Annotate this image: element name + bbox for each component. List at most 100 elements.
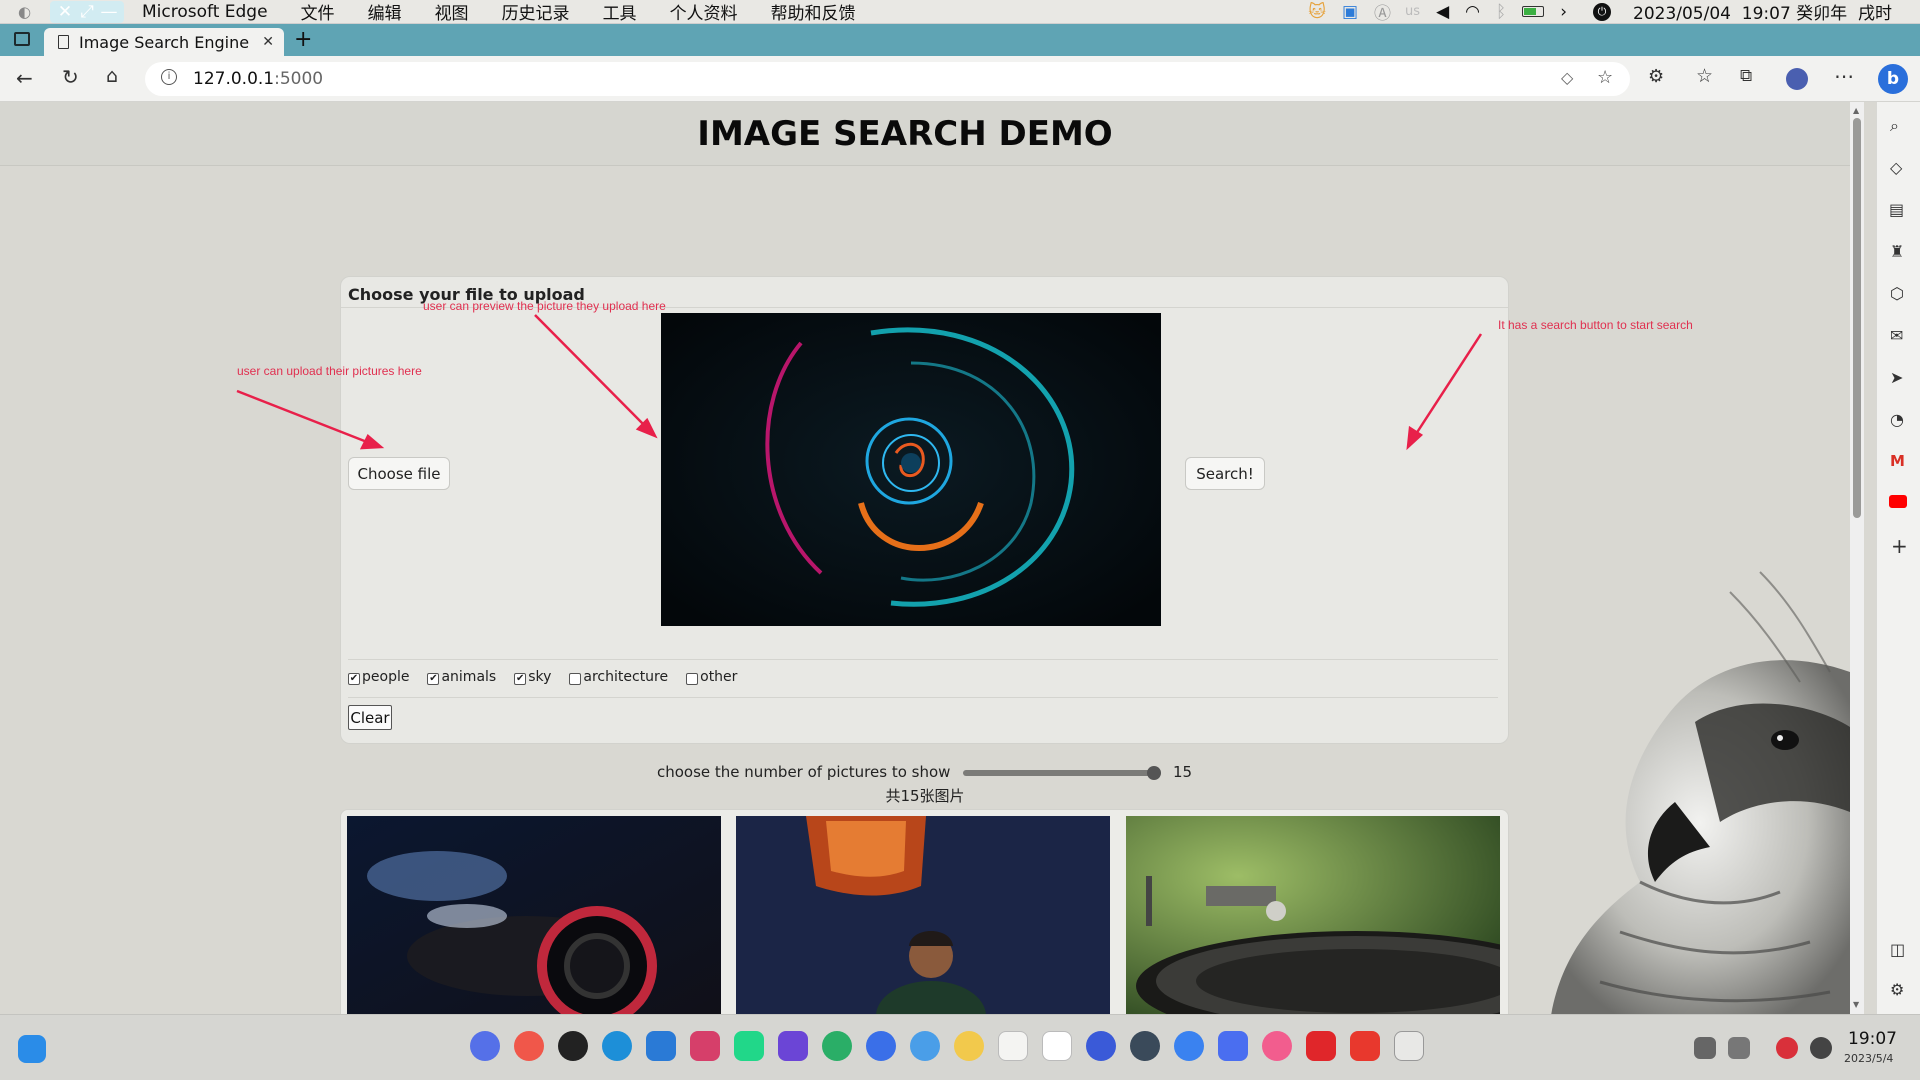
chevron-right-icon[interactable]: › — [1560, 2, 1567, 22]
photos-dock-icon[interactable] — [954, 1031, 984, 1061]
edge-dock-icon[interactable] — [602, 1031, 632, 1061]
result-image-1[interactable] — [347, 816, 721, 1014]
home-icon[interactable]: ⌂ — [106, 65, 118, 87]
youtube-icon[interactable] — [1889, 495, 1907, 508]
launcher-icon[interactable] — [18, 1035, 46, 1063]
office-icon[interactable]: ⬡ — [1890, 284, 1904, 303]
toggle-dock-icon[interactable] — [1086, 1031, 1116, 1061]
checkbox-people-box[interactable]: ✔ — [348, 673, 360, 685]
tag-icon[interactable]: ◇ — [1561, 68, 1573, 87]
file-manager-dock-icon[interactable] — [470, 1031, 500, 1061]
clear-button[interactable]: Clear — [348, 705, 392, 730]
scroll-up-icon[interactable]: ▲ — [1853, 106, 1859, 115]
more-menu-icon[interactable]: ⋯ — [1834, 64, 1854, 88]
address-bar[interactable]: i 127.0.0.1:5000 ◇ ☆ — [145, 62, 1630, 96]
video-dock-icon[interactable] — [1218, 1031, 1248, 1061]
font-viewer-dock-icon[interactable] — [1394, 1031, 1424, 1061]
shopping-tag-icon[interactable]: ◇ — [1890, 158, 1902, 177]
bilibili-dock-icon[interactable] — [1262, 1031, 1292, 1061]
scroll-down-icon[interactable]: ▼ — [1853, 1000, 1859, 1009]
bing-copilot-icon[interactable]: b — [1878, 64, 1908, 94]
apple-logo-icon[interactable]: ◐ — [18, 3, 38, 21]
tray-icon-2[interactable] — [1728, 1037, 1750, 1059]
browser-dock-icon[interactable] — [514, 1031, 544, 1061]
notification-bell-icon[interactable] — [1810, 1037, 1832, 1059]
menu-profile[interactable]: 个人资料 — [670, 0, 738, 24]
battery-icon[interactable] — [1522, 6, 1545, 17]
checkbox-architecture-box[interactable] — [569, 673, 582, 685]
minimize-window-icon[interactable]: — — [98, 2, 120, 22]
menu-view[interactable]: 视图 — [435, 0, 469, 24]
slider-thumb[interactable] — [1147, 766, 1161, 780]
profile-avatar[interactable] — [1786, 68, 1808, 90]
intellij-dock-icon[interactable] — [690, 1031, 720, 1061]
count-slider[interactable] — [963, 766, 1161, 780]
tab-actions-icon[interactable] — [14, 32, 30, 46]
page-scrollbar[interactable]: ▲ ▼ — [1850, 102, 1864, 1014]
checkbox-animals[interactable]: ✔ animals — [427, 669, 496, 685]
bluetooth-icon[interactable]: ᛒ — [1496, 2, 1506, 22]
menu-tools[interactable]: 工具 — [603, 0, 637, 24]
app-store-dock-icon[interactable] — [1174, 1031, 1204, 1061]
add-sidebar-app-icon[interactable]: + — [1891, 534, 1908, 558]
settings-gear-icon[interactable]: ⚙ — [1890, 980, 1904, 999]
tab-active[interactable]: Image Search Engine ✕ — [44, 28, 284, 56]
checkbox-other-box[interactable] — [686, 673, 699, 685]
wps-dock-icon[interactable] — [1350, 1031, 1380, 1061]
new-tab-button[interactable]: + — [294, 27, 312, 52]
add-favorite-icon[interactable]: ☆ — [1597, 67, 1613, 88]
result-image-2[interactable] — [736, 816, 1110, 1014]
taskbar-time[interactable]: 19:07 — [1848, 1029, 1897, 1049]
wechat-dock-icon[interactable] — [822, 1031, 852, 1061]
split-screen-icon[interactable]: ◫ — [1890, 940, 1905, 959]
scrollbar-thumb[interactable] — [1853, 118, 1861, 518]
display-icon[interactable]: ▣ — [1342, 2, 1358, 22]
typora-dock-icon[interactable] — [998, 1031, 1028, 1061]
back-icon[interactable]: ← — [16, 66, 33, 90]
menu-edit[interactable]: 编辑 — [368, 0, 402, 24]
extensions-icon[interactable]: ⚙ — [1648, 66, 1664, 87]
refresh-icon[interactable]: ↻ — [62, 65, 79, 89]
checkbox-sky[interactable]: ✔ sky — [514, 669, 551, 685]
checkbox-sky-box[interactable]: ✔ — [514, 673, 527, 685]
taskbar-date[interactable]: 2023/5/4 — [1844, 1052, 1893, 1065]
menu-history[interactable]: 历史记录 — [502, 0, 570, 24]
tab-close-icon[interactable]: ✕ — [262, 34, 274, 50]
messages-dock-icon[interactable] — [866, 1031, 896, 1061]
terminal-dock-icon[interactable] — [1130, 1031, 1160, 1061]
menu-help[interactable]: 帮助和反馈 — [771, 0, 856, 24]
checkbox-people[interactable]: ✔ people — [348, 669, 409, 685]
power-icon[interactable]: ⏻ — [1593, 2, 1611, 21]
vscode-dock-icon[interactable] — [646, 1031, 676, 1061]
tools-icon[interactable]: ▤ — [1889, 200, 1904, 219]
record-icon[interactable] — [1776, 1037, 1798, 1059]
music-dock-icon[interactable] — [910, 1031, 940, 1061]
result-image-3[interactable] — [1126, 816, 1500, 1014]
close-window-icon[interactable]: ✕ — [54, 2, 76, 22]
cat-icon[interactable]: 🐱 — [1308, 2, 1326, 22]
games-icon[interactable]: ♜ — [1890, 242, 1904, 261]
collections-icon[interactable]: ⧉ — [1740, 66, 1752, 86]
input-method-box-icon[interactable]: Ⓐ — [1374, 0, 1391, 24]
qq-dock-icon[interactable] — [558, 1031, 588, 1061]
url-text[interactable]: 127.0.0.1:5000 — [193, 69, 323, 89]
fullscreen-icon[interactable]: ⤢ — [76, 2, 98, 22]
gmail-icon[interactable]: M — [1890, 452, 1905, 470]
outlook-icon[interactable]: ✉ — [1890, 326, 1903, 345]
app-menu[interactable]: Microsoft Edge — [142, 2, 268, 22]
send-icon[interactable]: ➤ — [1890, 368, 1903, 387]
pycharm-dock-icon[interactable] — [734, 1031, 764, 1061]
favorites-icon[interactable]: ☆ — [1696, 65, 1713, 87]
checkbox-animals-box[interactable]: ✔ — [427, 673, 440, 685]
tray-icon-1[interactable] — [1694, 1037, 1716, 1059]
goland-dock-icon[interactable] — [778, 1031, 808, 1061]
search-icon[interactable]: ⌕ — [1890, 116, 1899, 136]
site-info-icon[interactable]: i — [161, 69, 177, 85]
wifi-icon[interactable]: ◠ — [1465, 2, 1480, 22]
menu-file[interactable]: 文件 — [301, 0, 335, 24]
calendar-dock-icon[interactable] — [1042, 1031, 1072, 1061]
notifications-icon[interactable]: ◔ — [1890, 410, 1904, 429]
input-method-label[interactable]: us — [1405, 4, 1420, 19]
netease-music-dock-icon[interactable] — [1306, 1031, 1336, 1061]
checkbox-architecture[interactable]: architecture — [569, 669, 668, 685]
